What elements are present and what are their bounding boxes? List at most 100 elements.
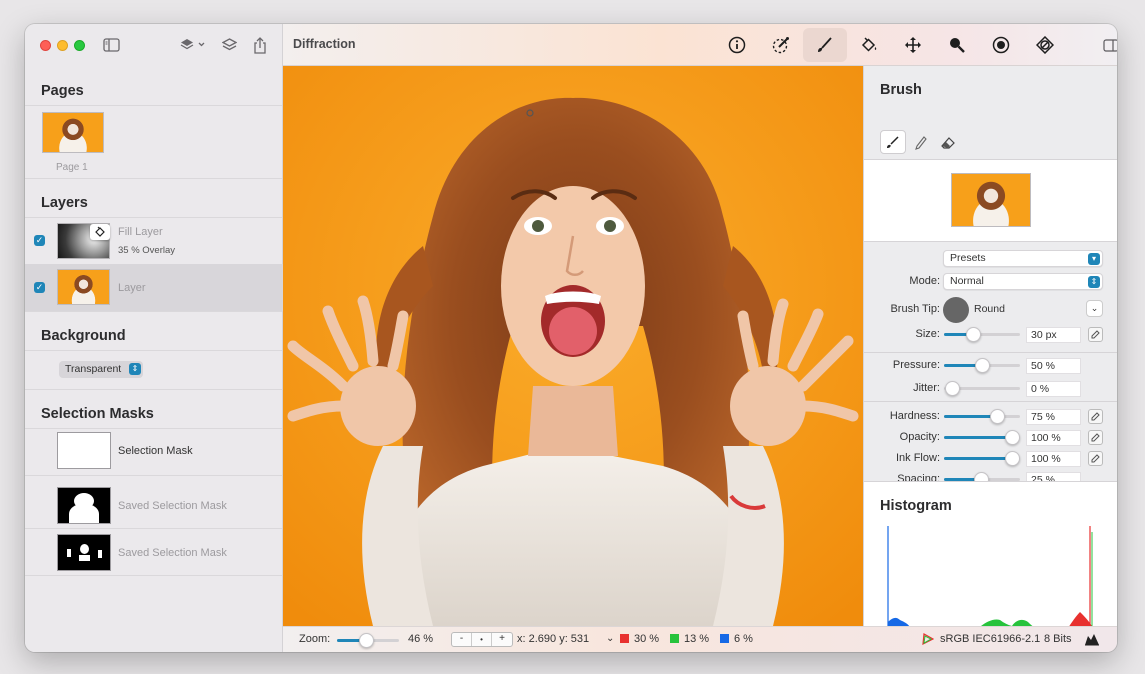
magic-wand-icon[interactable] (759, 28, 803, 62)
pencil-type-button[interactable] (911, 134, 931, 152)
jitter-slider[interactable] (944, 381, 1020, 396)
layer-thumbnail[interactable] (57, 269, 110, 305)
background-heading: Background (41, 328, 126, 344)
saved-mask-thumbnail[interactable] (57, 534, 111, 571)
selection-masks-heading: Selection Masks (41, 406, 154, 422)
histogram-toggle-icon[interactable] (1084, 632, 1100, 646)
jitter-slider-knob[interactable] (945, 381, 960, 396)
sidebar-toggle-icon[interactable] (103, 36, 120, 54)
move-icon[interactable] (891, 28, 935, 62)
brush-type-button[interactable] (880, 130, 906, 154)
mask-name: Saved Selection Mask (118, 547, 227, 559)
hardness-slider[interactable] (944, 409, 1020, 424)
pencil-icon (915, 136, 927, 150)
brush-icon[interactable] (803, 28, 847, 62)
brush-tip-preview[interactable] (943, 297, 969, 323)
zoom-stepper: - • + (451, 632, 513, 647)
fill-icon[interactable] (847, 28, 891, 62)
mode-select[interactable]: Normal ⇕ (943, 273, 1103, 290)
brush-tip-value: Round (974, 303, 1005, 315)
fill-layer-thumbnail[interactable] (57, 223, 110, 259)
size-label: Size: (915, 328, 940, 340)
ink-flow-slider-fill (944, 457, 1012, 460)
zoom-fit-button[interactable]: • (472, 633, 492, 646)
hardness-field[interactable]: 75 % (1026, 409, 1081, 425)
zoom-in-button[interactable]: + (492, 633, 512, 646)
chevron-updown-icon: ⇕ (1088, 276, 1100, 288)
brush-preview-area (864, 160, 1117, 242)
layers-menu-icon[interactable] (180, 36, 206, 54)
chevron-down-icon[interactable]: ⌄ (606, 633, 614, 644)
hardness-slider-fill (944, 415, 995, 418)
zoom-slider-knob[interactable] (358, 633, 374, 648)
histogram-graph (887, 526, 1093, 634)
zoom-value: 46 % (408, 633, 434, 645)
presets-select-value: Presets (950, 252, 986, 264)
pressure-field[interactable]: 50 % (1026, 358, 1081, 374)
color-profile: sRGB IEC61966-2.1 (940, 633, 1041, 645)
pressure-slider-fill (944, 364, 978, 367)
ink-flow-pressure-button[interactable] (1088, 451, 1103, 466)
image-canvas[interactable] (283, 66, 863, 626)
green-channel-value: 13 % (684, 633, 710, 645)
hardness-pressure-button[interactable] (1088, 409, 1103, 424)
brush-tip-dropdown[interactable]: ⌄ (1086, 300, 1103, 317)
ink-flow-field[interactable]: 100 % (1026, 451, 1081, 467)
zoom-slider[interactable] (337, 633, 399, 648)
blue-channel-readout: 6 % (720, 633, 753, 645)
stack-icon[interactable] (222, 36, 237, 54)
size-slider-knob[interactable] (966, 327, 981, 342)
magnify-icon[interactable] (935, 28, 979, 62)
hardness-slider-knob[interactable] (990, 409, 1005, 424)
jitter-label: Jitter: (913, 382, 940, 394)
brush-preview-image (951, 173, 1031, 227)
bit-depth: 8 Bits (1044, 633, 1072, 645)
page-label: Page 1 (56, 162, 88, 173)
share-icon[interactable] (253, 36, 267, 54)
pressure-slider-knob[interactable] (975, 358, 990, 373)
opacity-slider[interactable] (944, 430, 1020, 445)
color-profile-icon (922, 633, 935, 646)
record-icon[interactable] (979, 28, 1023, 62)
stamp-icon[interactable] (1023, 28, 1067, 62)
pen-icon (1091, 433, 1100, 442)
zoom-window-button[interactable] (74, 40, 85, 51)
status-bar: Zoom: 46 % - • + x: 2.690 y: 531 ⌄ 30 % … (283, 626, 1117, 652)
ink-flow-slider[interactable] (944, 451, 1020, 466)
mask-thumbnail[interactable] (57, 432, 111, 469)
layer-name: Layer (118, 282, 146, 294)
size-slider[interactable] (944, 327, 1020, 342)
info-icon[interactable] (715, 28, 759, 62)
opacity-pressure-button[interactable] (1088, 430, 1103, 445)
inspector-toggle-icon[interactable] (1099, 28, 1117, 62)
saved-mask-thumbnail[interactable] (57, 487, 111, 524)
opacity-slider-fill (944, 436, 1012, 439)
app-window: Pages Page 1 Layers ✓ Fill Layer 35 % Ov… (25, 24, 1117, 652)
layer-blend-detail: 35 % Overlay (118, 245, 176, 256)
histogram-heading: Histogram (880, 498, 952, 514)
brush-heading: Brush (880, 82, 922, 98)
opacity-field[interactable]: 100 % (1026, 430, 1081, 446)
page-thumbnail[interactable] (42, 112, 104, 153)
ink-flow-slider-knob[interactable] (1005, 451, 1020, 466)
jitter-field[interactable]: 0 % (1026, 381, 1081, 397)
background-select-value: Transparent (65, 363, 122, 375)
background-select[interactable]: Transparent ⇕ (59, 361, 143, 378)
blue-channel-value: 6 % (734, 633, 753, 645)
close-window-button[interactable] (40, 40, 51, 51)
photo (283, 66, 863, 626)
pen-icon (1091, 454, 1100, 463)
size-slider-fill (944, 333, 968, 336)
layer-visibility-checkbox[interactable]: ✓ (34, 235, 45, 246)
presets-select[interactable]: Presets ▾ (943, 250, 1103, 267)
fill-bucket-icon (90, 224, 110, 240)
chevron-updown-icon: ⇕ (129, 363, 141, 375)
size-pressure-button[interactable] (1088, 327, 1103, 342)
zoom-out-button[interactable]: - (452, 633, 472, 646)
eraser-type-button[interactable] (938, 134, 958, 152)
minimize-window-button[interactable] (57, 40, 68, 51)
opacity-slider-knob[interactable] (1005, 430, 1020, 445)
pressure-slider[interactable] (944, 358, 1020, 373)
layer-visibility-checkbox[interactable]: ✓ (34, 282, 45, 293)
size-field[interactable]: 30 px (1026, 327, 1081, 343)
